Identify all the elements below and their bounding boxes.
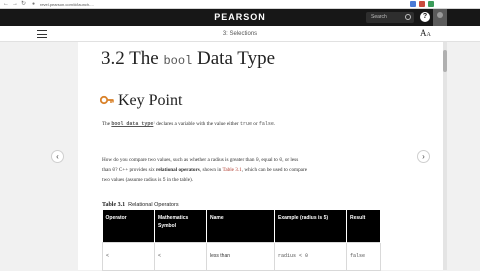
back-icon[interactable]: ← (3, 1, 9, 8)
app-header: PEARSON Search ? (0, 9, 480, 26)
extension-icon[interactable] (410, 1, 416, 7)
paragraph-line: two values (assume radius is 5 in the ta… (102, 177, 194, 183)
brand-logo: PEARSON (214, 12, 266, 22)
scrollbar-thumb[interactable] (443, 50, 447, 72)
reload-icon[interactable]: ↻ (21, 1, 26, 8)
avatar[interactable] (433, 9, 447, 26)
key-point-heading: Key Point (118, 92, 183, 109)
table-cell: less than (206, 241, 275, 271)
column-header: Name (206, 210, 275, 242)
font-size-icon[interactable]: AA (420, 28, 431, 41)
page-title: 3.2 The bool Data Type (101, 48, 276, 69)
search-label: Search (371, 14, 387, 20)
table-cell: radius < 0 (274, 241, 347, 271)
table-cell: < (102, 241, 155, 271)
scrollbar[interactable] (443, 42, 447, 270)
extension-icon[interactable] (419, 1, 425, 7)
relational-operators-table: Operator Mathematics Symbol Name Example… (102, 210, 381, 271)
browser-address-bar: ← → ↻ ● revel.pearson.com/#/launch-... (0, 0, 480, 9)
section-title[interactable]: 3: Selections (200, 29, 280, 39)
key-icon (100, 95, 114, 105)
paragraph-line: than 0? C++ provides six relational oper… (102, 167, 308, 173)
key-point-text: The bool data type¹ declares a variable … (102, 121, 276, 127)
table-header-row: Operator Mathematics Symbol Name Example… (102, 210, 381, 242)
column-header: Operator (102, 210, 155, 242)
column-header: Result (346, 210, 381, 242)
chevron-right-icon[interactable]: › (417, 150, 430, 163)
lock-icon: ● (32, 1, 36, 7)
glossary-link[interactable]: bool data type (111, 121, 153, 127)
url-field[interactable]: revel.pearson.com/#/launch-... (40, 1, 400, 8)
search-icon[interactable] (405, 14, 411, 20)
paragraph-line: How do you compare two values, such as w… (102, 157, 299, 163)
table-cell: < (154, 241, 207, 271)
hamburger-icon[interactable] (37, 30, 47, 38)
chevron-left-icon[interactable]: ‹ (51, 150, 64, 163)
column-header: Mathematics Symbol (154, 210, 207, 242)
column-header: Example (radius is 5) (274, 210, 347, 242)
section-toolbar: 3: Selections AA (0, 26, 480, 42)
help-icon[interactable]: ? (420, 12, 430, 22)
table-caption: Table 3.1 Relational Operators (102, 202, 179, 208)
forward-icon[interactable]: → (12, 1, 18, 8)
extension-icon[interactable] (428, 1, 434, 7)
table-link[interactable]: Table 3.1 (223, 167, 242, 173)
table-row: < < less than radius < 0 false (102, 241, 381, 271)
table-cell: false (346, 241, 381, 271)
search-input[interactable]: Search (366, 12, 414, 23)
